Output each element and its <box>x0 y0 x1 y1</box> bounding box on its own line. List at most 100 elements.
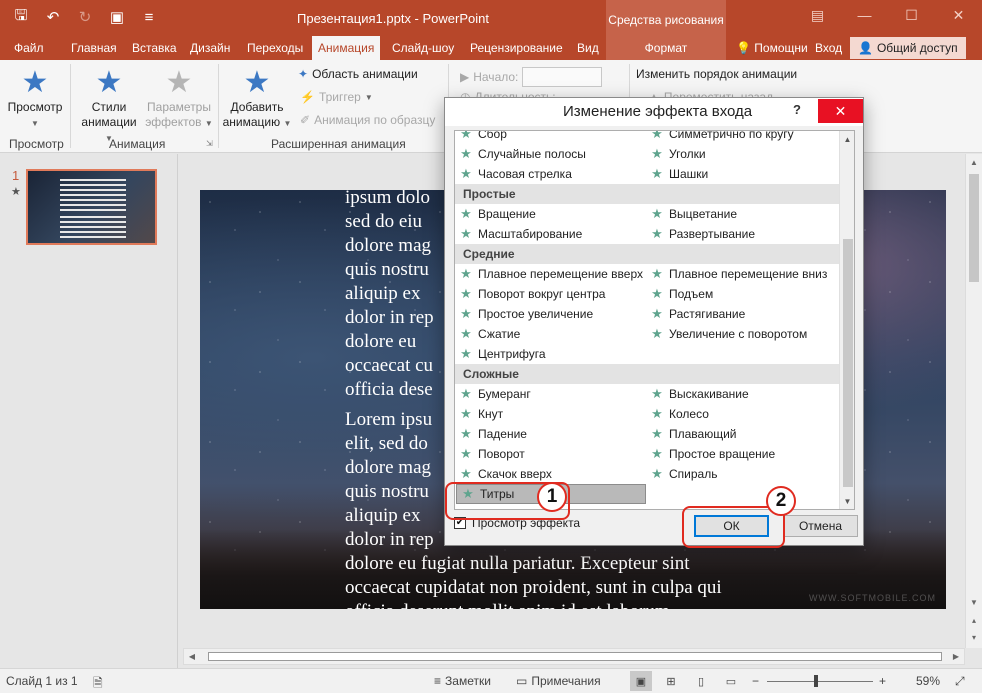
effect-option[interactable]: ★ Сбор <box>455 131 646 144</box>
customize-icon[interactable]: ≡ <box>136 6 162 28</box>
effect-option[interactable]: ★ Увеличение с поворотом <box>646 324 839 344</box>
effect-option[interactable]: ★ Центрифуга <box>455 344 646 364</box>
scroll-thumb[interactable] <box>843 239 853 487</box>
slideshow-view-icon[interactable]: ▭ <box>720 671 742 691</box>
tab-transitions[interactable]: Переходы <box>247 36 303 60</box>
effect-option[interactable]: ★ Масштабирование <box>455 224 646 244</box>
effect-option[interactable]: ★ Случайные полосы <box>455 144 646 164</box>
effect-option[interactable]: ★ Шашки <box>646 164 839 184</box>
redo-icon[interactable]: ↻ <box>72 6 98 28</box>
zoom-slider[interactable] <box>767 681 873 682</box>
preview-button[interactable]: ★ Просмотр ▼ <box>4 66 66 131</box>
effect-option[interactable]: ★ Симметрично по кругу <box>646 131 839 144</box>
zoom-in-icon[interactable]: + <box>879 674 886 688</box>
add-animation-button[interactable]: ★ Добавить анимацию ▼ <box>222 66 292 131</box>
undo-icon[interactable]: ↶ <box>40 6 66 28</box>
tab-home[interactable]: Главная <box>71 36 117 60</box>
tab-animations[interactable]: Анимация <box>312 36 381 60</box>
zoom-out-icon[interactable]: − <box>752 674 759 688</box>
effect-option[interactable]: ★ Вращение <box>455 204 646 224</box>
slide-sorter-icon[interactable]: ⊞ <box>660 671 682 691</box>
scroll-up-icon[interactable]: ▲ <box>966 154 982 170</box>
effect-option[interactable]: ★ Выцветание <box>646 204 839 224</box>
preview-label: Просмотр <box>7 100 63 114</box>
spellcheck-icon[interactable]: 🗎 <box>93 674 103 693</box>
reading-view-icon[interactable]: ▯ <box>690 671 712 691</box>
effect-option[interactable]: ★ Бумеранг <box>455 384 646 404</box>
cancel-button[interactable]: Отмена <box>783 515 858 537</box>
effect-list[interactable]: ★ Сбор ★ Симметрично по кругу ★ Случайные пол… <box>454 130 855 510</box>
effect-option[interactable]: ★ Часовая стрелка <box>455 164 646 184</box>
trigger-button[interactable]: ⚡ Триггер ▼ <box>300 90 373 104</box>
tab-format[interactable]: Формат <box>606 36 726 60</box>
help-button[interactable]: ? <box>793 102 801 117</box>
save-icon[interactable]: 🖫 <box>8 6 34 28</box>
minimize-icon[interactable]: — <box>841 0 888 30</box>
scroll-left-icon[interactable]: ◀ <box>184 649 200 664</box>
sign-in-link[interactable]: Вход <box>815 36 842 60</box>
effect-list-scrollbar[interactable]: ▲ ▼ <box>839 131 854 509</box>
scroll-down-icon[interactable]: ▼ <box>966 594 982 610</box>
zoom-level[interactable]: 59% <box>916 674 940 688</box>
animation-styles-button[interactable]: ★ Стили анимации ▼ <box>76 66 142 146</box>
maximize-icon[interactable]: ☐ <box>888 0 935 30</box>
zoom-slider-handle[interactable] <box>814 675 818 687</box>
scroll-right-icon[interactable]: ▶ <box>948 649 964 664</box>
normal-view-icon[interactable]: ▣ <box>630 671 652 691</box>
effect-option[interactable]: ★ Падение <box>455 424 646 444</box>
scroll-up-icon[interactable]: ▲ <box>840 131 854 147</box>
dialog-launcher-icon[interactable]: ⇲ <box>206 139 213 148</box>
effect-option[interactable]: ★ Простое вращение <box>646 444 839 464</box>
effect-option[interactable]: ★ Плавное перемещение вверх <box>455 264 646 284</box>
vertical-scrollbar[interactable]: ▲ ▼ ▴ ▾ <box>965 154 982 648</box>
tab-insert[interactable]: Вставка <box>132 36 177 60</box>
params-label-1: Параметры <box>147 100 211 114</box>
tab-view[interactable]: Вид <box>577 36 599 60</box>
effect-option[interactable]: ★ Поворот вокруг центра <box>455 284 646 304</box>
dialog-close-button[interactable]: ✕ <box>818 99 863 123</box>
notes-button[interactable]: ≡ Заметки <box>434 674 491 688</box>
scroll-thumb[interactable] <box>208 652 942 661</box>
play-icon: ▶ <box>460 70 470 84</box>
star-icon: ★ <box>460 406 472 421</box>
prev-slide-icon[interactable]: ▴ <box>966 612 982 628</box>
effect-option[interactable]: ★ Уголки <box>646 144 839 164</box>
fit-to-window-icon[interactable]: ⤢ <box>955 674 965 689</box>
effect-option[interactable]: ★ Плавающий <box>646 424 839 444</box>
tab-slideshow[interactable]: Слайд-шоу <box>392 36 454 60</box>
effect-option[interactable]: ★ Скачок вверх <box>455 464 646 484</box>
effect-option[interactable]: ★ Плавное перемещение вниз <box>646 264 839 284</box>
help-tab[interactable]: 💡 Помощни <box>736 36 808 60</box>
start-select[interactable] <box>522 67 603 87</box>
share-button[interactable]: 👤 Общий доступ <box>850 37 966 59</box>
animation-pane-button[interactable]: ✦ Область анимации <box>298 67 418 81</box>
next-slide-icon[interactable]: ▾ <box>966 629 982 645</box>
effect-option[interactable]: ★ Спираль <box>646 464 839 484</box>
star-icon: ★ <box>651 266 663 281</box>
comments-button[interactable]: ▭ Примечания <box>516 674 601 688</box>
scroll-thumb[interactable] <box>969 174 979 282</box>
effect-option[interactable]: ★ Растягивание <box>646 304 839 324</box>
effect-option[interactable]: ★ Выскакивание <box>646 384 839 404</box>
effect-option[interactable]: ★ Развертывание <box>646 224 839 244</box>
effect-option[interactable]: ★ Подъем <box>646 284 839 304</box>
animation-painter-button[interactable]: ✐ Анимация по образцу <box>300 113 435 127</box>
effect-options-button[interactable]: ★ Параметры эффектов ▼ <box>145 66 213 131</box>
scroll-down-icon[interactable]: ▼ <box>840 493 854 509</box>
effect-option[interactable]: ★ Сжатие <box>455 324 646 344</box>
tab-review[interactable]: Рецензирование <box>470 36 563 60</box>
effect-option[interactable]: ★ Простое увеличение <box>455 304 646 324</box>
effect-option[interactable]: ★ Поворот <box>455 444 646 464</box>
window-controls: ▤ — ☐ ✕ <box>794 0 982 30</box>
present-icon[interactable]: ▣ <box>104 6 130 28</box>
user-icon: 👤 <box>858 41 873 55</box>
ribbon-display-icon[interactable]: ▤ <box>794 0 841 30</box>
tab-file[interactable]: Файл <box>14 36 44 60</box>
star-icon: ★ <box>651 386 663 401</box>
slide-thumbnail[interactable] <box>26 169 157 245</box>
effect-option[interactable]: ★ Кнут <box>455 404 646 424</box>
close-icon[interactable]: ✕ <box>935 0 982 30</box>
tab-design[interactable]: Дизайн <box>190 36 230 60</box>
horizontal-scrollbar[interactable]: ◀ ▶ <box>183 648 965 665</box>
effect-option[interactable]: ★ Колесо <box>646 404 839 424</box>
